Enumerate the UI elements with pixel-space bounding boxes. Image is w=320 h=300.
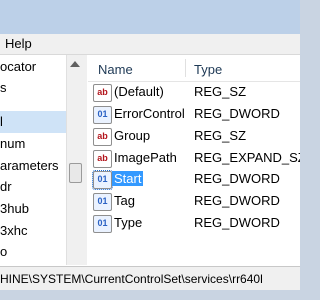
tree-item[interactable]: o <box>0 241 66 263</box>
value-name: Tag <box>114 193 135 208</box>
tree-item-label: ocator <box>0 59 37 74</box>
values-list: Name Type ab (Default) REG_SZ 01 ErrorCo… <box>88 55 300 265</box>
column-header-name[interactable]: Name <box>98 62 133 77</box>
list-item-selected[interactable]: 01 Start REG_DWORD <box>88 169 300 190</box>
list-item[interactable]: ab (Default) REG_SZ <box>88 82 300 102</box>
value-type: REG_DWORD <box>194 171 280 186</box>
scroll-up-arrow-icon[interactable] <box>70 61 80 67</box>
value-type: REG_DWORD <box>194 215 280 230</box>
dword-value-icon: 01 <box>93 215 112 233</box>
tree-item[interactable]: num <box>0 133 66 155</box>
menu-help[interactable]: Help <box>5 36 32 51</box>
dword-value-icon: 01 <box>92 170 113 190</box>
value-type: REG_SZ <box>194 128 247 143</box>
tree-item[interactable]: s <box>0 77 66 99</box>
value-name: Start <box>112 171 144 186</box>
tree-item-label: num <box>0 136 26 151</box>
tree-item[interactable]: arameters <box>0 155 66 177</box>
registry-editor-window: Help ocator s l num arameters dr 3hub 3x… <box>0 0 300 300</box>
tree-item[interactable]: 3hub <box>0 198 66 220</box>
status-bar: HINE\SYSTEM\CurrentControlSet\services\r… <box>0 266 300 291</box>
value-name: (Default) <box>114 84 164 99</box>
title-bar <box>0 0 300 34</box>
tree-item-label: arameters <box>0 158 59 173</box>
tree-item[interactable]: 3xhc <box>0 220 66 242</box>
value-name: Type <box>114 215 143 230</box>
tree-item-label: 3xhc <box>0 223 28 238</box>
menu-bar: Help <box>0 34 300 55</box>
dword-value-icon: 01 <box>93 106 112 124</box>
column-divider[interactable] <box>185 59 186 77</box>
value-type: REG_SZ <box>194 84 247 99</box>
scrollbar-thumb[interactable] <box>69 163 82 183</box>
tree-item-label: dr <box>0 179 12 194</box>
list-item[interactable]: ab ImagePath REG_EXPAND_SZ <box>88 148 300 168</box>
dword-value-icon: 01 <box>93 193 112 211</box>
tree-item-label: s <box>0 80 7 95</box>
column-header-type[interactable]: Type <box>194 62 222 77</box>
registry-key-tree[interactable]: ocator s l num arameters dr 3hub 3xhc o <box>0 55 66 265</box>
tree-item-label: o <box>0 244 8 259</box>
pane-splitter[interactable] <box>83 55 87 265</box>
list-item[interactable]: 01 Type REG_DWORD <box>88 213 300 233</box>
list-item[interactable]: 01 Tag REG_DWORD <box>88 191 300 211</box>
value-type: REG_EXPAND_SZ <box>194 150 300 165</box>
value-name: ErrorControl <box>114 106 185 121</box>
value-type: REG_DWORD <box>194 193 280 208</box>
tree-item-label: l <box>0 114 3 129</box>
tree-item-label: 3hub <box>0 201 29 216</box>
tree-item[interactable]: ocator <box>0 56 66 78</box>
value-type: REG_DWORD <box>194 106 280 121</box>
value-name: Group <box>114 128 151 143</box>
string-value-icon: ab <box>93 84 112 102</box>
value-name: ImagePath <box>114 150 177 165</box>
list-item[interactable]: 01 ErrorControl REG_DWORD <box>88 104 300 124</box>
window-bottom-edge <box>0 290 300 300</box>
list-item[interactable]: ab Group REG_SZ <box>88 126 300 146</box>
tree-item-selected[interactable]: l <box>0 111 66 133</box>
tree-item[interactable]: dr <box>0 176 66 198</box>
string-value-icon: ab <box>93 128 112 146</box>
status-path: HINE\SYSTEM\CurrentControlSet\services\r… <box>0 272 263 286</box>
string-value-icon: ab <box>93 150 112 168</box>
list-header: Name Type <box>88 55 300 82</box>
tree-scrollbar[interactable] <box>66 55 83 265</box>
